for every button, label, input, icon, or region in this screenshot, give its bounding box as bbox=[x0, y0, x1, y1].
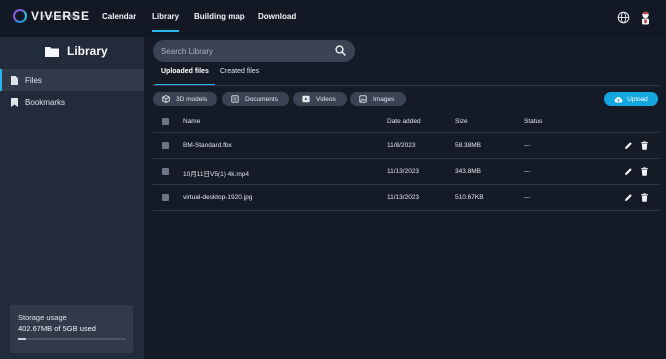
nav-download[interactable]: Download bbox=[258, 0, 296, 36]
file-status: --- bbox=[524, 194, 531, 201]
filter-images[interactable]: Images bbox=[350, 92, 406, 106]
user-avatar-icon[interactable] bbox=[639, 11, 652, 26]
filter-documents[interactable]: Documents bbox=[222, 92, 289, 106]
bookmark-icon bbox=[11, 97, 18, 107]
top-bar: VIVERSE FOR BUSINESS Calendar Library Bu… bbox=[0, 0, 666, 36]
row-divider bbox=[153, 210, 659, 211]
search-input[interactable] bbox=[161, 44, 331, 58]
column-header-status[interactable]: Status bbox=[524, 118, 542, 125]
file-size: 510.67KB bbox=[455, 194, 484, 201]
sidebar-title-label: Library bbox=[67, 44, 108, 58]
sidebar-title: Library bbox=[45, 44, 108, 58]
file-date: 11/13/2023 bbox=[387, 168, 420, 175]
filter-label: Documents bbox=[245, 95, 278, 103]
file-name[interactable]: virtual-desktop-1920.jpg bbox=[183, 194, 252, 201]
document-icon bbox=[231, 95, 239, 103]
file-status: --- bbox=[524, 168, 531, 175]
tabs-divider bbox=[153, 85, 659, 86]
trash-icon[interactable] bbox=[640, 141, 649, 150]
sidebar-item-label: Bookmarks bbox=[25, 97, 66, 107]
storage-value: 402.67MB of 5GB used bbox=[18, 324, 96, 333]
nav-building-map[interactable]: Building map bbox=[194, 0, 245, 36]
search-icon[interactable] bbox=[335, 45, 346, 56]
file-size: 343.8MB bbox=[455, 168, 482, 175]
table-row[interactable]: virtual-desktop-1920.jpg 11/13/2023 510.… bbox=[153, 185, 659, 211]
file-name[interactable]: BM-Standard.fbx bbox=[183, 142, 232, 149]
sidebar-item-files[interactable]: Files bbox=[0, 69, 144, 91]
cloud-upload-icon bbox=[614, 96, 623, 102]
nav-calendar[interactable]: Calendar bbox=[102, 0, 136, 36]
sidebar-item-label: Files bbox=[25, 75, 42, 85]
upload-label: Upload bbox=[627, 95, 648, 103]
file-icon bbox=[11, 75, 18, 85]
row-checkbox[interactable] bbox=[162, 168, 169, 175]
upload-button[interactable]: Upload bbox=[604, 92, 658, 106]
file-name[interactable]: 10月11日V5(1) 4k.mp4 bbox=[183, 168, 249, 178]
storage-progress-bar bbox=[18, 338, 126, 340]
select-all-checkbox[interactable] bbox=[162, 118, 169, 125]
trash-icon[interactable] bbox=[640, 167, 649, 176]
pencil-icon[interactable] bbox=[624, 141, 633, 150]
row-checkbox[interactable] bbox=[162, 194, 169, 201]
tab-uploaded-files[interactable]: Uploaded files bbox=[155, 68, 215, 86]
storage-label: Storage usage bbox=[18, 313, 67, 322]
row-checkbox[interactable] bbox=[162, 142, 169, 149]
column-header-size[interactable]: Size bbox=[455, 118, 468, 125]
filter-videos[interactable]: Videos bbox=[293, 92, 347, 106]
sidebar-item-bookmarks[interactable]: Bookmarks bbox=[0, 91, 144, 113]
file-status: --- bbox=[524, 142, 531, 149]
pencil-icon[interactable] bbox=[624, 167, 633, 176]
viverse-logo-mark bbox=[13, 9, 27, 23]
nav-library[interactable]: Library bbox=[152, 0, 180, 36]
globe-icon[interactable] bbox=[617, 11, 630, 24]
filter-label: Images bbox=[373, 95, 395, 103]
file-date: 11/8/2023 bbox=[387, 142, 416, 149]
filter-label: Videos bbox=[316, 95, 336, 103]
column-header-name[interactable]: Name bbox=[183, 118, 200, 125]
image-icon bbox=[359, 95, 367, 103]
filter-label: 3D models bbox=[176, 95, 208, 103]
table-row[interactable]: 10月11日V5(1) 4k.mp4 11/13/2023 343.8MB --… bbox=[153, 159, 659, 185]
column-header-date-added[interactable]: Date added bbox=[387, 118, 421, 125]
logo-subtitle: FOR BUSINESS bbox=[43, 14, 81, 19]
file-date: 11/13/2023 bbox=[387, 194, 420, 201]
cube-icon bbox=[162, 95, 170, 103]
trash-icon[interactable] bbox=[640, 193, 649, 202]
storage-usage-panel: Storage usage 402.67MB of 5GB used bbox=[10, 305, 133, 353]
folder-icon bbox=[45, 46, 59, 57]
search-box bbox=[153, 40, 355, 62]
pencil-icon[interactable] bbox=[624, 193, 633, 202]
table-row[interactable]: BM-Standard.fbx 11/8/2023 58.38MB --- bbox=[153, 133, 659, 159]
file-size: 58.38MB bbox=[455, 142, 482, 149]
storage-progress-fill bbox=[18, 338, 27, 340]
table-header: Name Date added Size Status bbox=[153, 114, 659, 132]
tab-created-files[interactable]: Created files bbox=[220, 68, 259, 86]
filter-3d-models[interactable]: 3D models bbox=[153, 92, 217, 106]
video-icon bbox=[302, 95, 310, 103]
